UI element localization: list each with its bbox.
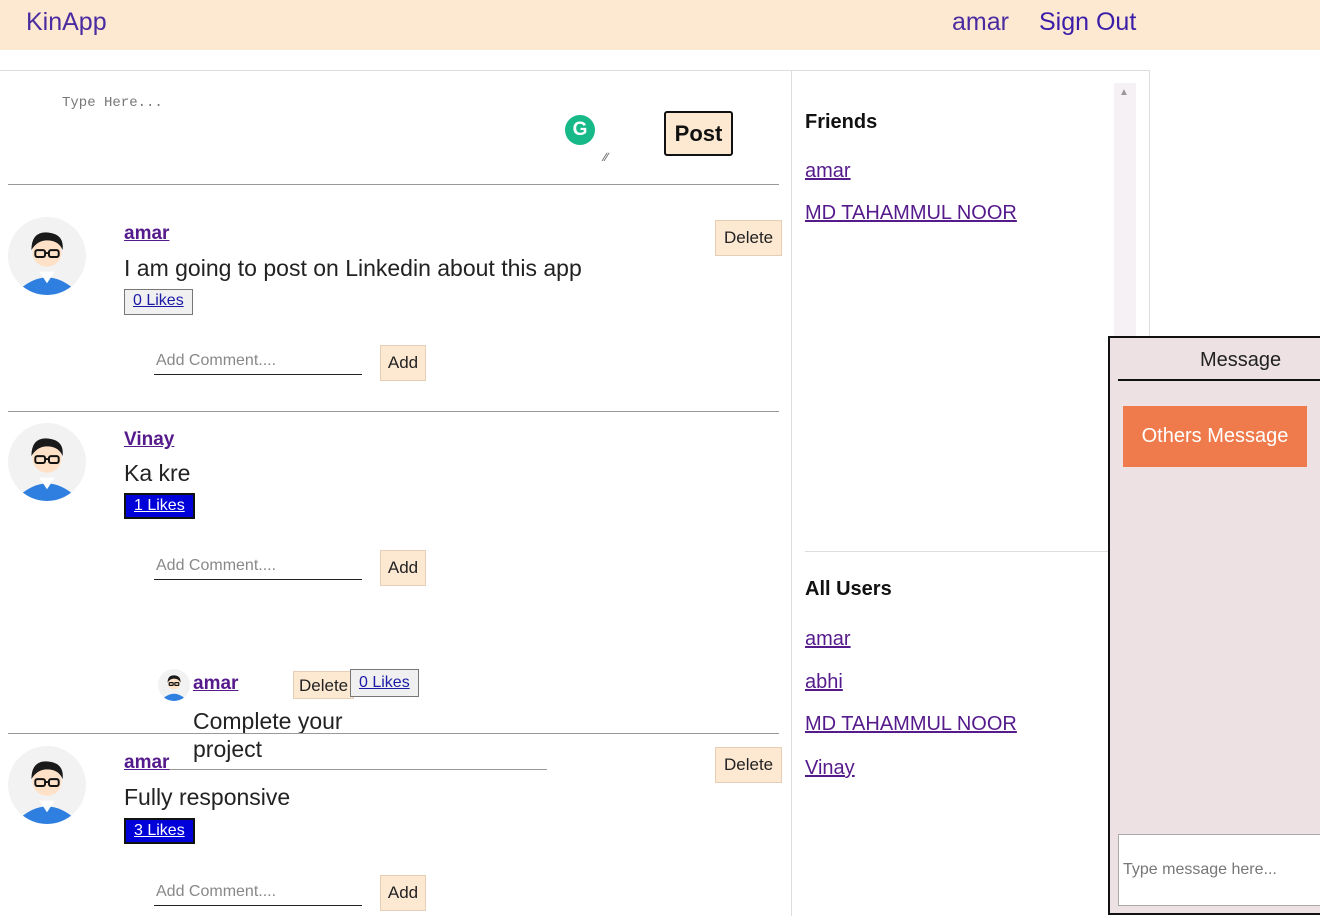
delete-post-button[interactable]: Delete	[715, 747, 783, 783]
scroll-up-icon[interactable]: ▲	[1119, 87, 1129, 98]
user-avatar-icon	[19, 232, 75, 295]
comment-divider	[154, 769, 547, 770]
friend-link[interactable]: amar	[805, 160, 851, 183]
user-link[interactable]: abhi	[805, 671, 843, 694]
post-divider	[8, 411, 779, 412]
post-author-link[interactable]: amar	[124, 223, 169, 245]
user-link[interactable]: MD TAHAMMUL NOOR	[805, 713, 1017, 736]
navbar: KinApp amar Sign Out	[0, 0, 1320, 50]
add-comment-button[interactable]: Add	[380, 875, 426, 911]
user-link[interactable]: amar	[805, 628, 851, 651]
avatar	[8, 423, 86, 501]
brand-logo[interactable]: KinApp	[26, 8, 107, 37]
post-divider	[8, 733, 779, 734]
nav-username[interactable]: amar	[952, 8, 1009, 37]
message-bubble: Others Message	[1123, 406, 1307, 467]
sidebar: ▲ Friends amar MD TAHAMMUL NOOR All User…	[792, 71, 1149, 916]
post-text: I am going to post on Linkedin about thi…	[124, 255, 582, 281]
post-author-link[interactable]: amar	[124, 752, 169, 774]
grammarly-icon[interactable]: G	[565, 115, 595, 145]
all-users-title: All Users	[805, 578, 892, 600]
post-composer: G ∕∕ Post	[8, 71, 779, 185]
user-avatar-icon	[19, 761, 75, 824]
comment-author-link[interactable]: amar	[193, 673, 238, 695]
feed: G ∕∕ Post amar I am going to post on Lin…	[0, 71, 792, 916]
main-panel: G ∕∕ Post amar I am going to post on Lin…	[0, 70, 1150, 916]
avatar	[8, 217, 86, 295]
sign-out-link[interactable]: Sign Out	[1039, 8, 1136, 37]
post-button[interactable]: Post	[664, 111, 733, 156]
friend-link[interactable]: MD TAHAMMUL NOOR	[805, 202, 1017, 225]
user-link[interactable]: Vinay	[805, 757, 855, 780]
post-text: Fully responsive	[124, 784, 291, 810]
like-button[interactable]: 0 Likes	[124, 289, 193, 315]
post-textarea[interactable]	[60, 93, 620, 165]
user-avatar-icon	[19, 438, 75, 501]
message-title: Message	[1200, 349, 1282, 371]
comment-like-button[interactable]: 0 Likes	[350, 669, 419, 697]
avatar	[8, 746, 86, 824]
delete-comment-button[interactable]: Delete	[293, 671, 355, 699]
add-comment-button[interactable]: Add	[380, 345, 426, 381]
comment-input[interactable]	[154, 552, 362, 580]
resize-handle-icon[interactable]: ∕∕	[604, 150, 608, 164]
comment-text: Complete your project	[193, 708, 343, 762]
message-input[interactable]	[1118, 834, 1320, 906]
delete-post-button[interactable]: Delete	[715, 220, 783, 256]
like-button[interactable]: 1 Likes	[124, 493, 195, 519]
message-panel: Message Others Message	[1108, 336, 1320, 915]
sidebar-divider	[805, 551, 1149, 552]
post-author-link[interactable]: Vinay	[124, 429, 174, 451]
post-text: Ka kre	[124, 460, 191, 486]
user-avatar-icon	[162, 675, 186, 701]
comment-input[interactable]	[154, 347, 362, 375]
like-button[interactable]: 3 Likes	[124, 818, 195, 844]
add-comment-button[interactable]: Add	[380, 550, 426, 586]
avatar	[158, 669, 190, 701]
comment-input[interactable]	[154, 878, 362, 906]
friends-title: Friends	[805, 111, 878, 133]
message-title-divider	[1118, 379, 1320, 381]
